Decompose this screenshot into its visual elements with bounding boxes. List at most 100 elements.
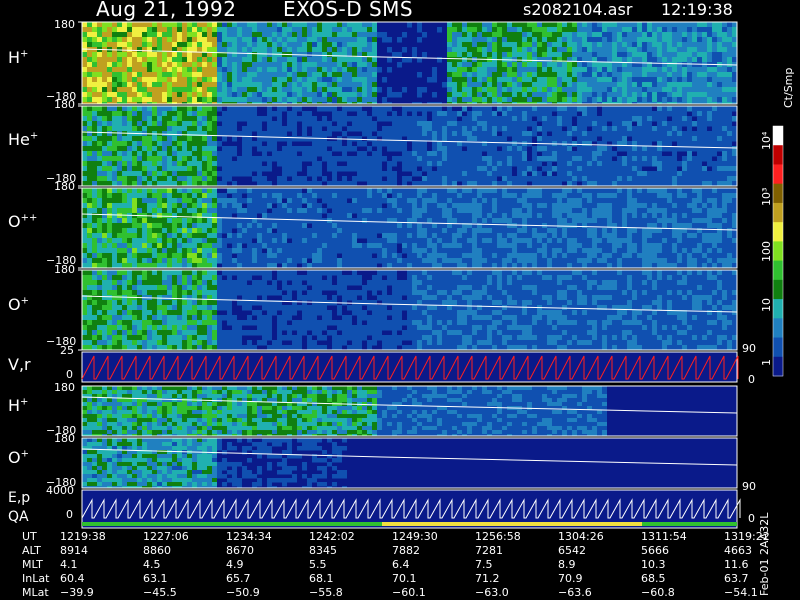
spectrogram-cell	[482, 22, 487, 28]
spectrogram-cell	[267, 253, 272, 259]
spectrogram-cell	[152, 37, 157, 43]
spectrogram-cell	[337, 141, 342, 147]
spectrogram-cell	[167, 198, 172, 204]
spectrogram-cell	[147, 111, 152, 117]
spectrogram-cell	[167, 111, 172, 117]
spectrogram-cell	[687, 87, 692, 93]
spectrogram-cell	[392, 111, 397, 117]
spectrogram-cell	[402, 116, 407, 122]
spectrogram-cell	[362, 203, 367, 209]
spectrogram-cell	[97, 116, 102, 122]
spectrogram-cell	[562, 77, 567, 83]
spectrogram-cell	[597, 47, 602, 53]
spectrogram-cell	[82, 141, 87, 147]
spectrogram-cell	[167, 233, 172, 239]
spectrogram-cell	[372, 77, 377, 83]
spectrogram-cell	[647, 156, 652, 162]
spectrogram-cell	[517, 171, 522, 177]
spectrogram-cell	[167, 208, 172, 214]
spectrogram-cell	[152, 77, 157, 83]
spectrogram-cell	[212, 188, 217, 194]
spectrogram-cell	[142, 106, 147, 112]
spectrogram-cell	[317, 151, 322, 157]
spectrogram-cell	[327, 87, 332, 93]
spectrogram-cell	[317, 32, 322, 38]
spectrogram-cell	[522, 42, 527, 48]
spectrogram-cell	[377, 146, 382, 152]
spectrogram-cell	[617, 57, 622, 63]
spectrogram-cell	[132, 233, 137, 239]
spectrogram-cell	[102, 208, 107, 214]
spectrogram-cell	[372, 203, 377, 209]
spectrogram-cell	[392, 161, 397, 167]
spectrogram-cell	[222, 27, 227, 33]
spectrogram-cell	[507, 77, 512, 83]
spectrogram-cell	[197, 198, 202, 204]
spectrogram-cell	[392, 146, 397, 152]
spectrogram-cell	[247, 146, 252, 152]
spectrogram-cell	[322, 87, 327, 93]
spectrogram-cell	[397, 116, 402, 122]
spectrogram-cell	[352, 77, 357, 83]
spectrogram-cell	[597, 62, 602, 68]
spectrogram-cell	[357, 22, 362, 28]
spectrogram-cell	[182, 57, 187, 63]
spectrogram-cell	[682, 166, 687, 172]
spectrogram-cell	[367, 57, 372, 63]
spectrogram-cell	[287, 136, 292, 142]
spectrogram-cell	[162, 156, 167, 162]
spectrogram-cell	[607, 87, 612, 93]
spectrogram-cell	[262, 198, 267, 204]
spectrogram-cell	[172, 82, 177, 88]
spectrogram-cell	[667, 22, 672, 28]
spectrogram-cell	[222, 92, 227, 98]
spectrogram-cell	[317, 42, 322, 48]
spectrogram-cell	[337, 87, 342, 93]
spectrogram-cell	[527, 106, 532, 112]
spectrogram-cell	[262, 77, 267, 83]
spectrogram-cell	[87, 52, 92, 58]
spectrogram-cell	[162, 72, 167, 78]
spectrogram-cell	[647, 161, 652, 167]
spectrogram-cell	[492, 156, 497, 162]
spectrogram-cell	[127, 136, 132, 142]
spectrogram-cell	[252, 228, 257, 234]
spectrogram-cell	[102, 228, 107, 234]
spectrogram-cell	[647, 52, 652, 58]
spectrogram-cell	[617, 106, 622, 112]
spectrogram-cell	[302, 146, 307, 152]
spectrogram-cell	[197, 121, 202, 127]
spectrogram-cell	[102, 111, 107, 117]
spectrogram-cell	[167, 213, 172, 219]
spectrogram-cell	[127, 253, 132, 259]
spectrogram-cell	[707, 176, 712, 182]
spectrogram-cell	[357, 193, 362, 199]
spectrogram-cell	[312, 243, 317, 249]
spectrogram-cell	[667, 47, 672, 53]
spectrogram-cell	[687, 121, 692, 127]
spectrogram-cell	[262, 52, 267, 58]
spectrogram-cell	[547, 62, 552, 68]
spectrogram-cell	[177, 176, 182, 182]
spectrogram-cell	[347, 72, 352, 78]
spectrogram-cell	[142, 146, 147, 152]
spectrogram-cell	[597, 42, 602, 48]
spectrogram-cell	[352, 198, 357, 204]
spectrogram-cell	[347, 233, 352, 239]
spectrogram-cell	[282, 208, 287, 214]
spectrogram-cell	[252, 72, 257, 78]
spectrogram-cell	[147, 62, 152, 68]
spectrogram-cell	[627, 161, 632, 167]
spectrogram-cell	[312, 121, 317, 127]
spectrogram-cell	[382, 228, 387, 234]
spectrogram-cell	[242, 253, 247, 259]
spectrogram-cell	[372, 238, 377, 244]
spectrogram-cell	[202, 136, 207, 142]
spectrogram-cell	[677, 126, 682, 132]
spectrogram-cell	[267, 126, 272, 132]
spectrogram-cell	[377, 87, 382, 93]
spectrogram-cell	[692, 121, 697, 127]
spectrogram-cell	[287, 37, 292, 43]
spectrogram-cell	[697, 57, 702, 63]
spectrogram-cell	[592, 166, 597, 172]
